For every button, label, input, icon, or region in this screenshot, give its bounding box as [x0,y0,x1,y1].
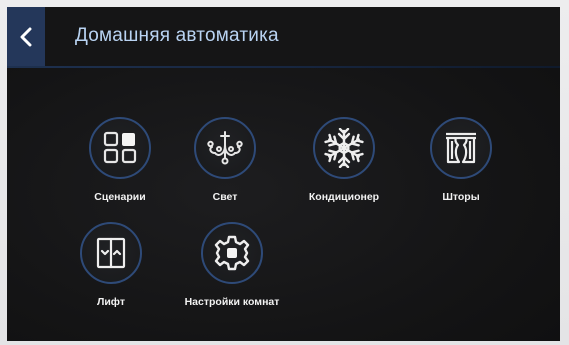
elevator-icon [94,236,128,270]
tile-circle [89,117,151,179]
tile-circle [201,222,263,284]
tile-air-conditioner[interactable]: Кондиционер [284,117,404,227]
tile-circle [313,117,375,179]
tile-circle [194,117,256,179]
chandelier-icon [206,131,244,165]
tile-label: Шторы [442,191,480,203]
tile-curtains[interactable]: Шторы [401,117,521,227]
header-divider [7,66,560,68]
tile-label: Настройки комнат [184,296,280,308]
tile-label: Лифт [96,296,125,308]
page-title: Домашняя автоматика [75,25,279,46]
curtains-icon [444,131,478,165]
snowflake-icon [324,128,364,168]
tile-label: Свет [212,191,238,203]
scenes-grid-icon [103,131,137,165]
header-bar: Домашняя автоматика [7,7,560,66]
tile-label: Кондиционер [308,191,380,203]
chevron-left-icon [19,27,33,47]
back-button[interactable] [7,7,45,66]
gear-icon [213,234,251,272]
tile-room-settings[interactable]: Настройки комнат [172,222,292,332]
touch-screen: Домашняя автоматика Сценарии Свет Кондиц… [7,7,560,341]
tile-circle [80,222,142,284]
tile-label: Сценарии [94,191,146,203]
tile-elevator[interactable]: Лифт [51,222,171,332]
tile-light[interactable]: Свет [165,117,285,227]
tile-scenes[interactable]: Сценарии [60,117,180,227]
tile-circle [430,117,492,179]
